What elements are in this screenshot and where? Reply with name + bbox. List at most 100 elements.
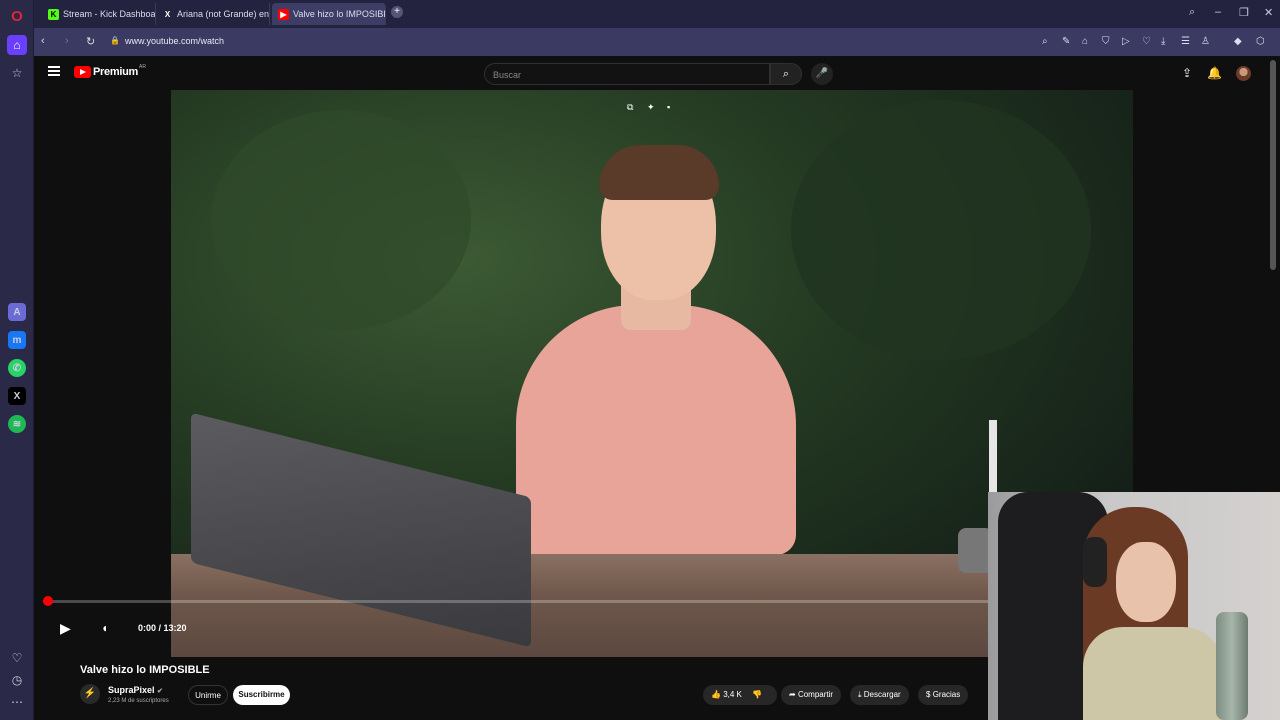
more-icon[interactable]: ⋯	[7, 692, 27, 712]
headset	[1083, 537, 1107, 587]
youtube-play-icon	[74, 66, 91, 78]
search-input[interactable]: Buscar	[484, 63, 770, 85]
download-button[interactable]: ⤓ Descargar	[850, 685, 909, 705]
url-field[interactable]: www.youtube.com/watch	[125, 36, 224, 46]
spotify-icon[interactable]: ≋	[8, 415, 26, 433]
mic-button[interactable]: 🎤	[811, 63, 833, 85]
history-icon[interactable]: ◷	[7, 670, 27, 690]
download-icon[interactable]: ⤓	[1161, 36, 1165, 47]
like-dislike-group: 👍 3,4 K 👎	[703, 685, 777, 705]
whatsapp-icon[interactable]: ✆	[8, 359, 26, 377]
minimize-icon[interactable]: –	[1215, 6, 1221, 18]
thumbs-up-icon: 👍	[711, 690, 721, 699]
miniplayer-icon[interactable]: ⧉	[627, 102, 633, 113]
x-icon: X	[164, 9, 171, 19]
channel-name-text: SupraPixel	[108, 685, 155, 695]
tab-bar: K Stream - Kick Dashboard X Ariana (not …	[34, 0, 1280, 28]
foliage	[211, 110, 471, 330]
heart-icon[interactable]: ♡	[1142, 36, 1151, 47]
streamer-face	[1116, 542, 1176, 622]
thanks-button[interactable]: $ Gracias	[918, 685, 969, 705]
tab-label: Valve hizo lo IMPOSIBLE	[293, 9, 386, 19]
upload-icon[interactable]: ⇪	[1182, 66, 1192, 80]
menu-icon[interactable]	[48, 66, 60, 76]
streamer-shirt	[1083, 627, 1223, 720]
address-bar: ‹ › ↻ 🔒 www.youtube.com/watch ⌕ ✎ ⌂ ⛉ ▷ …	[34, 28, 1280, 56]
channel-name[interactable]: SupraPixel ✔	[108, 685, 163, 695]
aria-icon[interactable]: A	[8, 303, 26, 321]
share-label: Compartir	[797, 690, 834, 699]
home-icon[interactable]: ⌂	[7, 35, 27, 55]
close-icon[interactable]: ✕	[1264, 6, 1273, 19]
ruler	[989, 420, 997, 492]
back-icon[interactable]: ‹	[41, 35, 45, 47]
play-button[interactable]: ▶	[60, 620, 71, 637]
menu-icon[interactable]: ☰	[1181, 36, 1190, 47]
volume-icon[interactable]: ◖	[101, 621, 108, 635]
opera-logo-icon[interactable]: O	[7, 6, 27, 26]
lock-icon: 🔒	[110, 36, 120, 45]
channel-subscribers: 2,23 M de suscriptores	[108, 698, 169, 704]
camera-icon[interactable]: ⌂	[1082, 36, 1088, 47]
dislike-button[interactable]: 👎	[752, 690, 762, 699]
like-button[interactable]: 👍 3,4 K	[711, 690, 742, 699]
thermos	[1216, 612, 1248, 720]
zoom-icon[interactable]: ⌕	[1042, 36, 1048, 47]
join-button[interactable]: Unirme	[188, 685, 228, 705]
webcam-overlay	[988, 492, 1280, 720]
youtube-logo[interactable]: Premium AR	[74, 64, 146, 78]
bell-icon[interactable]: 🔔	[1207, 66, 1222, 80]
youtube-header: Premium AR Buscar ⌕ 🎤 ⇪ 🔔	[34, 56, 1270, 90]
thanks-icon: $	[926, 690, 931, 699]
search-button[interactable]: ⌕	[770, 63, 802, 85]
download-icon: ⤓	[858, 690, 862, 699]
star-icon[interactable]: ☆	[7, 63, 27, 83]
progress-bar[interactable]	[44, 600, 988, 603]
video-title: Valve hizo lo IMPOSIBLE	[80, 664, 210, 676]
share-icon: ➦	[789, 690, 796, 699]
camera-icon[interactable]: ▪	[667, 102, 670, 112]
search-icon[interactable]: ⌕	[1189, 6, 1195, 19]
foliage	[791, 100, 1091, 360]
region-label: AR	[138, 64, 146, 70]
heart-icon[interactable]: ♡	[7, 648, 27, 668]
time-display: 0:00 / 13:20	[138, 623, 187, 633]
tab-kick[interactable]: K Stream - Kick Dashboard	[42, 3, 156, 25]
thumbs-down-icon: 👎	[752, 690, 763, 699]
forward-icon[interactable]: ›	[65, 35, 69, 47]
shield-icon[interactable]: ⛉	[1102, 36, 1110, 47]
search-icon: ⌕	[782, 68, 790, 80]
reload-icon[interactable]: ↻	[86, 35, 95, 48]
kick-icon: K	[48, 8, 59, 20]
restore-icon[interactable]: ❐	[1239, 6, 1249, 19]
x-icon[interactable]: X	[8, 387, 26, 405]
share-button[interactable]: ➦ Compartir	[781, 685, 842, 705]
person-shirt	[516, 305, 796, 555]
tab-label: Stream - Kick Dashboard	[63, 9, 156, 19]
download-label: Descargar	[863, 690, 901, 699]
mic-icon: 🎤	[815, 68, 829, 79]
subscribe-button[interactable]: Suscribirme	[233, 685, 290, 705]
progress-handle[interactable]	[43, 596, 53, 606]
tab-label: Ariana (not Grande) en X:	[177, 9, 270, 19]
person-hair	[599, 145, 719, 200]
scrollbar[interactable]	[1270, 60, 1276, 270]
opera-sidebar: O ⌂ ☆ A m ✆ X ≋ ♡ ◷ ⋯	[0, 0, 34, 720]
tab-youtube[interactable]: ▶ Valve hizo lo IMPOSIBLE	[272, 3, 386, 25]
new-tab-button[interactable]: +	[391, 6, 403, 18]
like-count: 3,4 K	[723, 690, 742, 699]
sparkle-icon[interactable]: ✦	[647, 102, 655, 113]
channel-avatar[interactable]: ⚡	[80, 684, 100, 704]
tab-x[interactable]: X Ariana (not Grande) en X:	[156, 3, 270, 25]
thanks-label: Gracias	[932, 690, 961, 699]
messenger-icon[interactable]: m	[8, 331, 26, 349]
verified-icon: ✔	[157, 688, 163, 695]
profile-icon[interactable]: ♙	[1201, 36, 1210, 47]
avatar[interactable]	[1236, 66, 1251, 81]
youtube-icon: ▶	[278, 8, 289, 20]
edit-icon[interactable]: ✎	[1062, 36, 1070, 47]
play-icon[interactable]: ▷	[1122, 36, 1130, 47]
cube-icon[interactable]: ⬡	[1256, 36, 1265, 47]
logo-text: Premium	[93, 66, 138, 78]
extension-icon[interactable]: ◆	[1234, 36, 1242, 47]
